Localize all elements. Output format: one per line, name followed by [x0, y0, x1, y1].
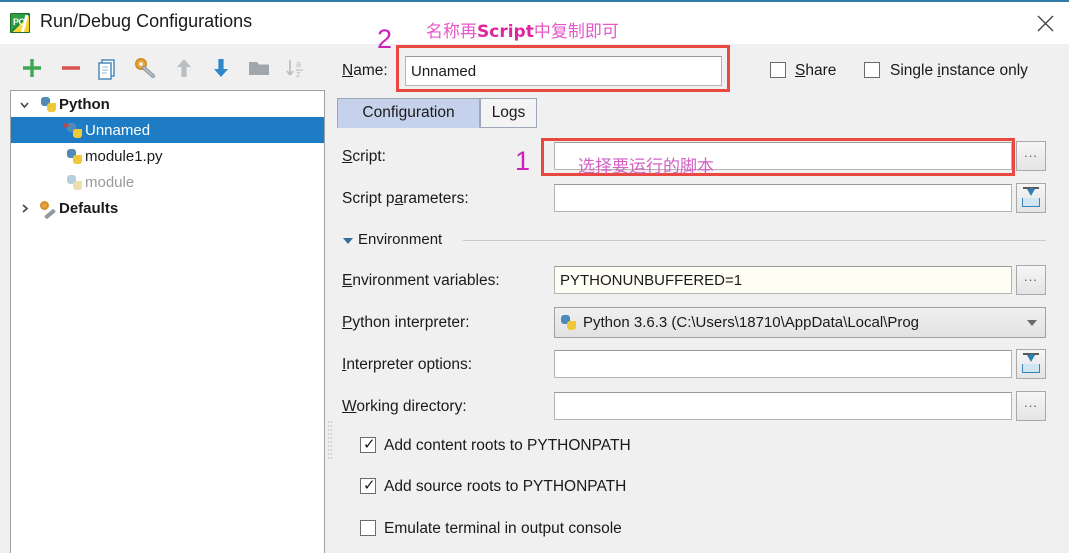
tree-row[interactable]: module1.py: [11, 143, 324, 169]
form-checkbox[interactable]: [360, 520, 376, 536]
ellipsis-icon: ...: [1024, 269, 1038, 284]
python-faded-icon: [63, 174, 85, 190]
script-parameters-macro-button[interactable]: [1016, 183, 1046, 213]
tree-row-label: module: [85, 173, 135, 191]
annotation-number-two: 2: [377, 24, 393, 54]
close-icon[interactable]: [1027, 6, 1063, 40]
form-checkbox[interactable]: ✓: [360, 435, 376, 453]
svg-text:a: a: [296, 59, 301, 69]
check-icon: ✓: [363, 476, 376, 494]
tree-row-label: Python: [59, 95, 110, 113]
move-up-button[interactable]: [170, 54, 200, 82]
tree-row-label: module1.py: [85, 147, 163, 165]
copy-configuration-button[interactable]: [93, 54, 123, 82]
remove-configuration-button[interactable]: [57, 54, 87, 82]
configurations-tree[interactable]: Python ▸ Unnamed module1.py module Defaults: [10, 90, 325, 553]
tree-row-label: Unnamed: [85, 121, 151, 139]
interpreter-options-label: Interpreter options:: [342, 356, 473, 373]
working-directory-label: Working directory:: [342, 398, 467, 415]
create-folder-button[interactable]: [245, 54, 275, 82]
insert-macro-icon: [1021, 187, 1041, 207]
chevron-down-icon: [1027, 319, 1037, 326]
tab-logs[interactable]: Logs: [480, 98, 537, 128]
ellipsis-icon: ...: [1024, 395, 1038, 410]
section-divider: [463, 240, 1046, 241]
run-debug-configurations-dialog: PC Run/Debug Configurations a z Python ▸…: [0, 0, 1069, 553]
arrow-up-icon: [177, 59, 191, 77]
tree-row[interactable]: Python: [11, 91, 324, 117]
environment-variables-label: Environment variables:: [342, 272, 500, 289]
edit-defaults-button[interactable]: [130, 54, 160, 82]
interpreter-options-input[interactable]: [554, 350, 1012, 378]
folder-icon: [249, 62, 269, 75]
insert-macro-icon: [1021, 353, 1041, 373]
python-interpreter-label: Python interpreter:: [342, 314, 470, 331]
script-browse-button[interactable]: ...: [1016, 141, 1046, 171]
annotation-number-one: 1: [515, 146, 531, 176]
environment-section-label: Environment: [358, 231, 443, 248]
working-directory-input[interactable]: [554, 392, 1012, 420]
arrow-down-icon: [214, 59, 228, 77]
share-label: Share: [795, 62, 837, 79]
interpreter-options-macro-button[interactable]: [1016, 349, 1046, 379]
chevron-down-icon[interactable]: [11, 98, 37, 111]
python-icon: [37, 96, 59, 112]
pycharm-icon: PC: [10, 13, 30, 33]
python-interpreter-value: Python 3.6.3 (C:\Users\18710\AppData\Loc…: [583, 314, 920, 331]
environment-variables-browse-button[interactable]: ...: [1016, 265, 1046, 295]
environment-section-toggle[interactable]: [343, 238, 353, 244]
form-checkbox-label: Emulate terminal in output console: [384, 520, 622, 537]
annotation-script-note: 选择要运行的脚本: [578, 157, 714, 177]
splitter-grip: [327, 420, 332, 460]
environment-variables-input[interactable]: [554, 266, 1012, 294]
sort-alphabetically-button[interactable]: a z: [282, 54, 312, 82]
form-checkbox-label: Add content roots to PYTHONPATH: [384, 437, 631, 454]
plus-icon: [23, 59, 41, 77]
tree-row[interactable]: ▸ Unnamed: [11, 117, 324, 143]
editor-tabs: Configuration Logs: [337, 98, 1069, 129]
share-checkbox[interactable]: [770, 62, 786, 78]
sort-az-icon: a z: [286, 59, 303, 79]
single-instance-label: Single instance only: [890, 62, 1028, 79]
add-configuration-button[interactable]: [18, 54, 48, 82]
annotation-name-note: 名称再Script中复制即可: [426, 22, 619, 42]
panel-splitter[interactable]: [325, 90, 335, 553]
python-interpreter-select[interactable]: Python 3.6.3 (C:\Users\18710\AppData\Loc…: [554, 307, 1046, 338]
tab-configuration[interactable]: Configuration: [337, 98, 480, 128]
script-parameters-input[interactable]: [554, 184, 1012, 212]
script-label: Script:: [342, 148, 386, 165]
wrench-gear-icon: [135, 58, 155, 78]
move-down-button[interactable]: [207, 54, 237, 82]
tree-row-label: Defaults: [59, 199, 119, 217]
form-checkbox-label: Add source roots to PYTHONPATH: [384, 478, 627, 495]
python-run-icon: ▸: [63, 120, 85, 138]
minus-icon: [62, 66, 80, 70]
script-parameters-label: Script parameters:: [342, 190, 469, 207]
form-checkbox[interactable]: ✓: [360, 476, 376, 494]
python-icon: [561, 315, 576, 330]
name-label: Name:: [342, 62, 388, 79]
tree-row[interactable]: module: [11, 169, 324, 195]
working-directory-browse-button[interactable]: ...: [1016, 391, 1046, 421]
tree-row[interactable]: Defaults: [11, 195, 324, 221]
name-input[interactable]: [405, 56, 722, 86]
chevron-right-icon[interactable]: [11, 202, 37, 215]
python-icon: [63, 148, 85, 164]
ellipsis-icon: ...: [1024, 145, 1038, 160]
wrench-gear-icon: [37, 200, 59, 219]
copy-icon: [98, 59, 115, 80]
page-title: Run/Debug Configurations: [40, 11, 253, 31]
configuration-editor-pane: Name: Share Single instance only Configu…: [335, 44, 1069, 553]
single-instance-checkbox[interactable]: [864, 62, 880, 78]
check-icon: ✓: [363, 435, 376, 453]
